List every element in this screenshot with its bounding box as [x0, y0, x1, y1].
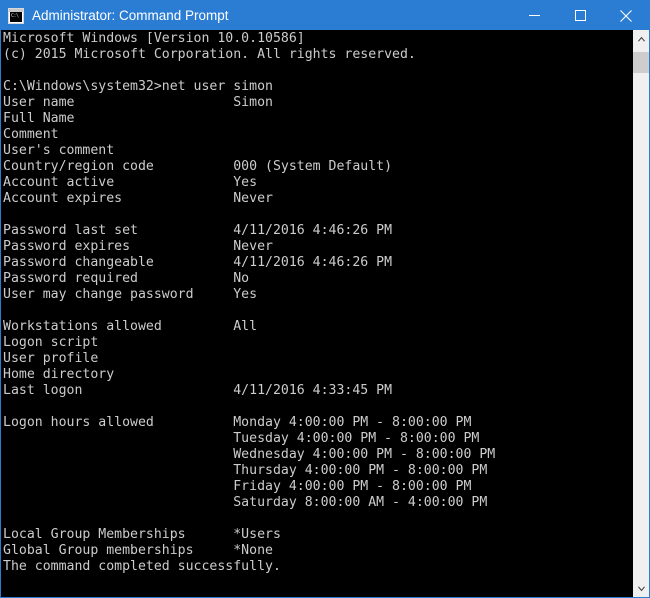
scrollbar-thumb[interactable] — [633, 52, 649, 73]
window-title: Administrator: Command Prompt — [32, 8, 229, 23]
window-controls — [511, 1, 649, 30]
command-prompt-icon: C:\ — [8, 7, 24, 24]
close-button[interactable] — [603, 1, 649, 30]
terminal-text: Microsoft Windows [Version 10.0.10586] (… — [3, 31, 496, 574]
scroll-down-arrow-icon[interactable] — [633, 580, 649, 597]
terminal-output-area[interactable]: Microsoft Windows [Version 10.0.10586] (… — [1, 30, 632, 597]
title-bar[interactable]: C:\ Administrator: Command Prompt — [1, 1, 649, 30]
minimize-button[interactable] — [511, 1, 557, 30]
command-prompt-window: C:\ Administrator: Command Prompt Micros — [0, 0, 650, 598]
scroll-up-arrow-icon[interactable] — [633, 30, 649, 47]
icon-console-glyph: C:\ — [10, 11, 22, 22]
vertical-scrollbar[interactable] — [632, 30, 649, 597]
maximize-button[interactable] — [557, 1, 603, 30]
